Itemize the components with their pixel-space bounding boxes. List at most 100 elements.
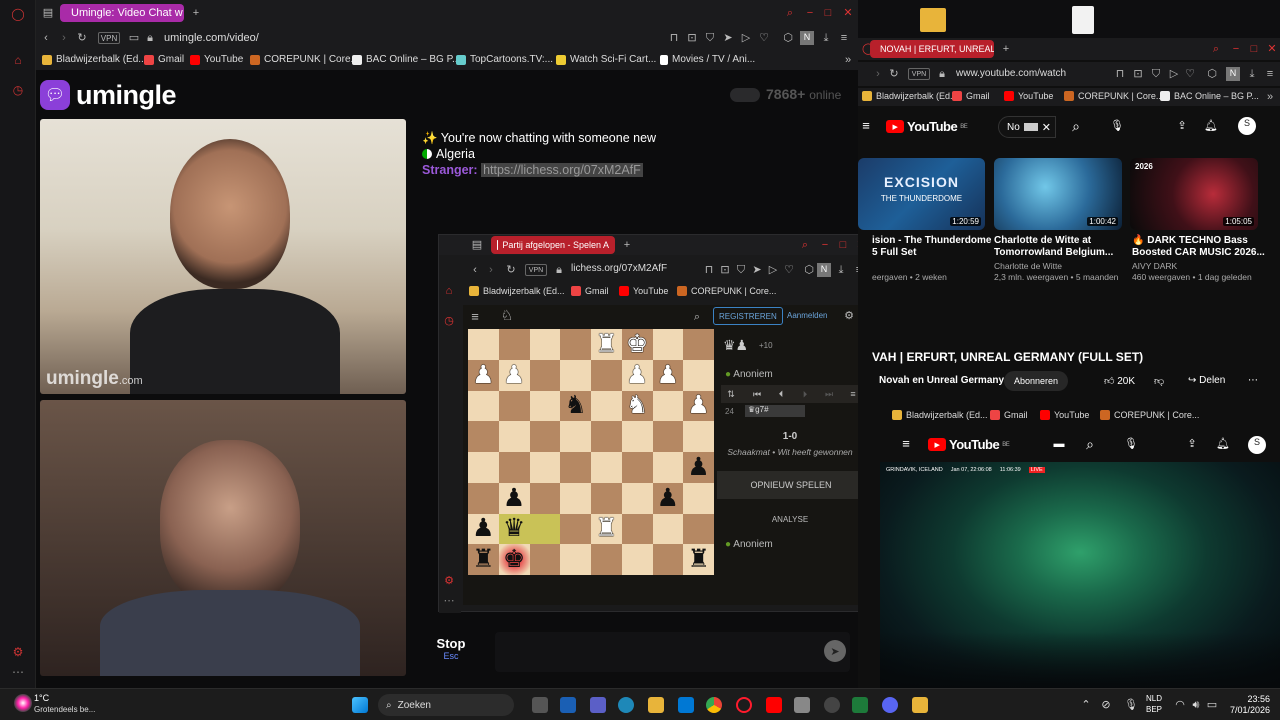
- minimize-icon[interactable]: −: [804, 7, 816, 19]
- mic-icon[interactable]: 🎙︎: [1110, 120, 1124, 132]
- board-square[interactable]: [591, 482, 622, 514]
- bookmarks-overflow-icon[interactable]: »: [1264, 91, 1276, 103]
- pin-icon[interactable]: ⊓: [1114, 68, 1126, 80]
- excel-icon[interactable]: [852, 697, 868, 713]
- board-square[interactable]: ♜: [683, 544, 714, 575]
- back-icon[interactable]: ‹: [40, 32, 52, 44]
- chrome-icon[interactable]: [706, 697, 722, 713]
- board-square[interactable]: [560, 544, 591, 575]
- discord-icon[interactable]: [882, 697, 898, 713]
- more-icon[interactable]: ⋯: [443, 595, 455, 607]
- taskview-icon[interactable]: [532, 697, 548, 713]
- heart-icon[interactable]: ♡: [783, 264, 795, 276]
- youtube-app-icon[interactable]: [766, 697, 782, 713]
- workspace-icon[interactable]: ⌂: [10, 52, 26, 68]
- black-pawn-icon[interactable]: ♟: [657, 485, 679, 511]
- board-square[interactable]: [529, 513, 561, 545]
- bookmark-item[interactable]: Bladwijzerbalk (Ed...: [862, 91, 958, 101]
- extensions-icon[interactable]: ⬡: [803, 264, 815, 276]
- vpn-badge[interactable]: VPN: [98, 32, 120, 44]
- bookmark-item[interactable]: YouTube: [190, 54, 243, 65]
- address-bar[interactable]: www.youtube.com/watch: [956, 68, 1066, 79]
- board-square[interactable]: [498, 421, 530, 452]
- search-tabs-icon[interactable]: ⌕: [784, 7, 796, 19]
- board-square[interactable]: [621, 482, 653, 514]
- shield-icon[interactable]: ⛉: [735, 264, 747, 276]
- flip-board-icon[interactable]: ⇅: [725, 388, 737, 400]
- board-square[interactable]: ♟: [652, 359, 684, 391]
- board-square[interactable]: [621, 421, 653, 452]
- search-tabs-icon[interactable]: ⌕: [1210, 43, 1222, 55]
- language[interactable]: NLD: [1146, 694, 1162, 703]
- board-square[interactable]: [683, 359, 714, 391]
- bookmark-item[interactable]: Gmail: [990, 410, 1028, 420]
- black-pawn-icon[interactable]: ♟: [503, 485, 525, 511]
- next-move-icon[interactable]: ⏵: [799, 388, 811, 400]
- board-square[interactable]: [468, 329, 499, 360]
- board-square[interactable]: [621, 452, 653, 483]
- maximize-icon[interactable]: □: [837, 239, 849, 251]
- youtube-logo[interactable]: ▶ YouTube BE: [928, 437, 1010, 452]
- close-icon[interactable]: ✕: [842, 7, 854, 19]
- board-square[interactable]: [468, 390, 499, 422]
- explorer-icon[interactable]: [648, 697, 664, 713]
- upload-icon[interactable]: ⇪: [1176, 120, 1188, 132]
- board-square[interactable]: [683, 482, 714, 514]
- board-square[interactable]: ♟: [498, 482, 530, 514]
- bookmark-item[interactable]: Gmail: [952, 91, 990, 101]
- account-avatar[interactable]: S: [1248, 436, 1266, 454]
- profile-icon[interactable]: N: [817, 263, 831, 277]
- board-square[interactable]: [560, 513, 591, 545]
- board-square[interactable]: [621, 513, 653, 545]
- bookmark-item[interactable]: BAC Online – BG P...: [352, 54, 460, 65]
- analysis-button[interactable]: ANALYSE: [717, 515, 863, 524]
- extensions-icon[interactable]: ⬡: [1206, 68, 1218, 80]
- channel-name[interactable]: Novah en Unreal Germany: [879, 375, 1004, 386]
- store-icon[interactable]: [560, 697, 576, 713]
- tab-menu-icon[interactable]: ▤: [471, 239, 483, 251]
- new-tab-icon[interactable]: +: [621, 239, 633, 251]
- last-move-icon[interactable]: ⏭: [823, 388, 835, 400]
- board-square[interactable]: [560, 359, 591, 391]
- board-square[interactable]: [652, 513, 684, 545]
- play-icon[interactable]: ▷: [740, 32, 752, 44]
- mic-icon[interactable]: 🎙︎: [1124, 438, 1138, 450]
- search-tabs-icon[interactable]: ⌕: [799, 239, 811, 251]
- desktop-document-icon[interactable]: [1072, 6, 1094, 34]
- white-king-icon[interactable]: ♚: [626, 331, 648, 357]
- weather-icon[interactable]: [14, 694, 32, 712]
- video-title-3[interactable]: 🔥 DARK TECHNO Bass Boosted CAR MUSIC 2026…: [1132, 235, 1265, 259]
- chat-input[interactable]: [495, 632, 850, 672]
- forward-icon[interactable]: ›: [485, 264, 497, 276]
- board-square[interactable]: ♜: [591, 329, 622, 360]
- board-square[interactable]: [498, 390, 530, 422]
- dislike-icon[interactable]: 👎︎: [1154, 375, 1164, 387]
- board-square[interactable]: [529, 390, 561, 422]
- vpn-badge[interactable]: VPN: [525, 264, 547, 276]
- board-square[interactable]: [683, 421, 714, 452]
- board-square[interactable]: [529, 359, 561, 391]
- obs-icon[interactable]: [824, 697, 840, 713]
- board-square[interactable]: ♟: [621, 359, 653, 391]
- board-square[interactable]: [468, 452, 499, 483]
- board-square[interactable]: [652, 390, 684, 422]
- new-tab-icon[interactable]: +: [1000, 43, 1012, 55]
- board-square[interactable]: ♟: [683, 452, 714, 483]
- black-pawn-icon[interactable]: ♟: [472, 516, 494, 541]
- mic-tray-icon[interactable]: 🎙︎: [1124, 699, 1138, 711]
- white-pawn-icon[interactable]: ♟: [503, 362, 525, 388]
- hamburger-icon[interactable]: ≡: [469, 310, 481, 323]
- online-toggle[interactable]: [730, 88, 760, 102]
- yt-menu-icon[interactable]: ≡: [900, 437, 912, 450]
- windows-start-icon[interactable]: [352, 697, 368, 713]
- workspace-icon[interactable]: ⌂: [443, 285, 455, 297]
- board-square[interactable]: [529, 329, 561, 360]
- yt-search-icon[interactable]: ⌕: [1068, 119, 1084, 136]
- download-icon[interactable]: ⤓: [1246, 68, 1258, 80]
- youtube-logo[interactable]: ▶ YouTube BE: [886, 119, 968, 134]
- history-icon[interactable]: ◷: [443, 315, 455, 327]
- minimize-icon[interactable]: −: [1230, 43, 1242, 55]
- bookmark-item[interactable]: YouTube: [619, 286, 668, 296]
- rematch-button[interactable]: OPNIEUW SPELEN: [717, 471, 865, 499]
- edge-icon[interactable]: [618, 697, 634, 713]
